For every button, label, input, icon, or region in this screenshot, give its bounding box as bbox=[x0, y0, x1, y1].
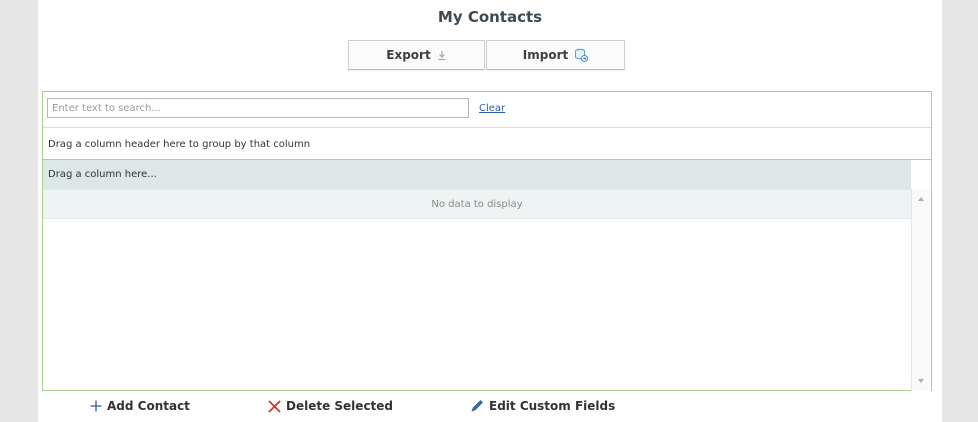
clear-link[interactable]: Clear bbox=[479, 103, 505, 114]
scroll-up-icon[interactable] bbox=[918, 197, 924, 201]
contacts-panel: My Contacts Export Import Clear Drag a c… bbox=[38, 0, 942, 422]
export-button[interactable]: Export bbox=[348, 40, 485, 70]
empty-data-row: No data to display bbox=[43, 189, 911, 219]
action-bar: Add Contact Delete Selected Edit Custom … bbox=[38, 397, 942, 419]
page-title: My Contacts bbox=[437, 8, 543, 26]
download-arrow-icon bbox=[437, 50, 447, 61]
edit-custom-fields-label: Edit Custom Fields bbox=[489, 399, 616, 413]
x-icon bbox=[268, 399, 281, 413]
group-panel[interactable]: Drag a column header here to group by th… bbox=[43, 128, 931, 160]
add-contact-button[interactable]: Add Contact bbox=[90, 399, 190, 413]
scroll-down-icon[interactable] bbox=[918, 379, 924, 383]
import-database-icon bbox=[574, 48, 589, 62]
delete-selected-label: Delete Selected bbox=[286, 399, 394, 413]
add-contact-label: Add Contact bbox=[107, 399, 190, 413]
search-input[interactable] bbox=[47, 98, 469, 118]
delete-selected-button[interactable]: Delete Selected bbox=[268, 399, 393, 413]
import-button[interactable]: Import bbox=[486, 40, 625, 70]
export-label: Export bbox=[386, 48, 431, 62]
vertical-scrollbar[interactable] bbox=[911, 189, 931, 391]
pencil-icon bbox=[470, 399, 484, 413]
plus-icon bbox=[90, 400, 102, 412]
contacts-grid: Clear Drag a column header here to group… bbox=[42, 91, 932, 391]
edit-custom-fields-button[interactable]: Edit Custom Fields bbox=[470, 399, 615, 413]
import-label: Import bbox=[522, 48, 569, 62]
column-header-area[interactable]: Drag a column here... bbox=[43, 160, 911, 189]
search-panel: Clear bbox=[43, 92, 931, 128]
